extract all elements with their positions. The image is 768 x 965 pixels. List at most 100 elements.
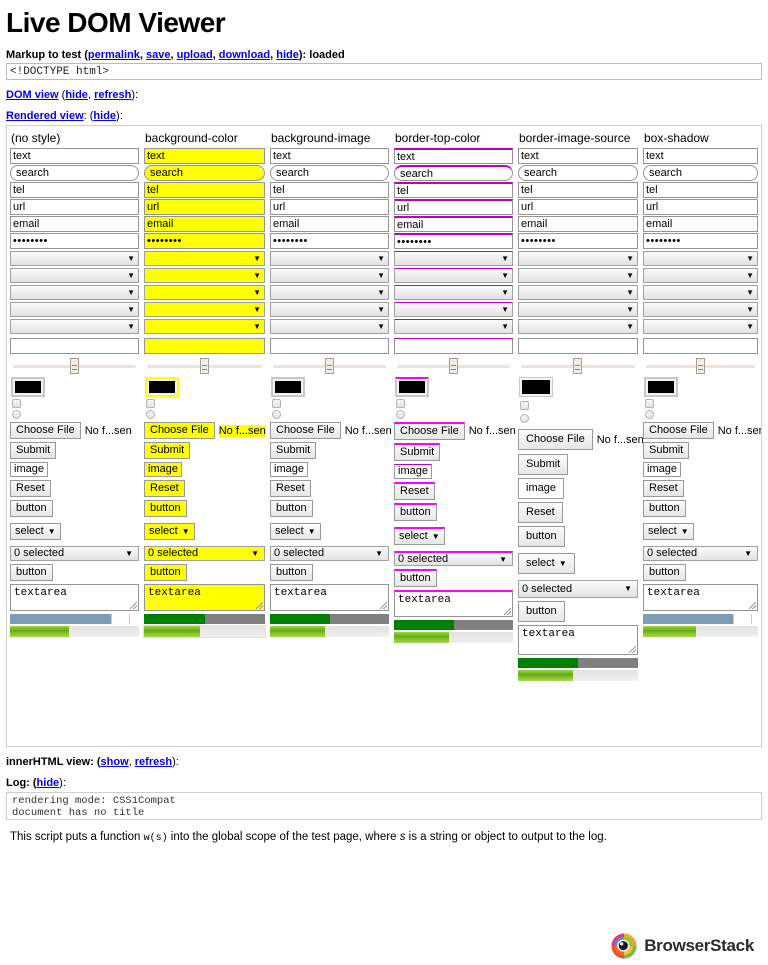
select-dropdown-3[interactable] bbox=[643, 285, 758, 301]
select-dropdown-4[interactable] bbox=[643, 302, 758, 318]
link-permalink[interactable]: permalink bbox=[88, 49, 140, 61]
textarea-element[interactable]: textarea bbox=[394, 590, 513, 618]
input-password[interactable]: •••••••• bbox=[518, 233, 638, 250]
input-image[interactable]: image bbox=[643, 462, 681, 478]
input-password[interactable]: •••••••• bbox=[270, 233, 389, 250]
button-element[interactable]: button bbox=[643, 564, 686, 582]
input-file-row[interactable]: Choose File No f...sen bbox=[518, 429, 644, 451]
link-download[interactable]: download bbox=[219, 49, 270, 61]
input-number[interactable] bbox=[10, 338, 139, 355]
select-dropdown-5[interactable] bbox=[518, 319, 638, 335]
input-password[interactable]: •••••••• bbox=[643, 233, 758, 250]
input-search[interactable]: search bbox=[518, 165, 638, 182]
input-range[interactable] bbox=[518, 358, 638, 375]
textarea-element[interactable]: textarea bbox=[270, 584, 389, 612]
input-number[interactable] bbox=[643, 338, 758, 355]
input-checkbox[interactable] bbox=[146, 399, 155, 409]
range-thumb[interactable] bbox=[199, 358, 209, 375]
input-radio[interactable] bbox=[645, 410, 654, 420]
input-tel[interactable]: tel bbox=[270, 182, 389, 199]
reset-button[interactable]: Reset bbox=[518, 502, 563, 524]
input-search[interactable]: search bbox=[144, 165, 265, 182]
textarea-element[interactable]: textarea bbox=[10, 584, 139, 612]
link-upload[interactable]: upload bbox=[177, 49, 213, 61]
button-input[interactable]: button bbox=[144, 500, 187, 518]
select-multiple[interactable]: 0 selected bbox=[394, 551, 513, 567]
select-dropdown-3[interactable] bbox=[518, 285, 638, 301]
input-number[interactable] bbox=[518, 338, 638, 355]
input-tel[interactable]: tel bbox=[643, 182, 758, 199]
select-multiple[interactable]: 0 selected bbox=[10, 546, 139, 562]
select-dropdown-3[interactable] bbox=[10, 285, 139, 301]
input-text[interactable]: text bbox=[643, 148, 758, 165]
input-range[interactable] bbox=[144, 358, 265, 375]
select-dropdown-2[interactable] bbox=[518, 268, 638, 284]
input-color[interactable] bbox=[644, 377, 678, 398]
input-search[interactable]: search bbox=[394, 165, 513, 182]
input-image[interactable]: image bbox=[394, 464, 432, 480]
input-email[interactable]: email bbox=[518, 216, 638, 233]
select-dropdown-2[interactable] bbox=[144, 268, 265, 284]
input-color[interactable] bbox=[395, 377, 429, 398]
input-color[interactable] bbox=[271, 377, 305, 398]
select-dropdown-4[interactable] bbox=[394, 302, 513, 318]
input-email[interactable]: email bbox=[643, 216, 758, 233]
textarea-element[interactable]: textarea bbox=[144, 584, 265, 612]
input-checkbox[interactable] bbox=[272, 399, 281, 409]
input-search[interactable]: search bbox=[10, 165, 139, 182]
submit-button[interactable]: Submit bbox=[394, 443, 441, 462]
input-range[interactable] bbox=[394, 358, 513, 375]
input-checkbox[interactable] bbox=[12, 399, 21, 409]
button-input[interactable]: button bbox=[518, 526, 565, 548]
input-text[interactable]: text bbox=[394, 148, 513, 165]
input-tel[interactable]: tel bbox=[394, 182, 513, 199]
input-range[interactable] bbox=[10, 358, 139, 375]
input-url[interactable]: url bbox=[394, 199, 513, 216]
link-log-hide[interactable]: hide bbox=[37, 777, 60, 789]
input-checkbox[interactable] bbox=[396, 399, 405, 409]
input-radio[interactable] bbox=[12, 410, 21, 420]
select-single[interactable]: select ▼ bbox=[518, 553, 575, 575]
input-url[interactable]: url bbox=[643, 199, 758, 216]
reset-button[interactable]: Reset bbox=[10, 480, 51, 498]
link-rendered-view[interactable]: Rendered view bbox=[6, 110, 84, 122]
input-range[interactable] bbox=[270, 358, 389, 375]
button-element[interactable]: button bbox=[518, 601, 565, 623]
input-tel[interactable]: tel bbox=[518, 182, 638, 199]
markup-textarea[interactable]: <!DOCTYPE html> bbox=[6, 63, 762, 81]
select-dropdown-2[interactable] bbox=[394, 268, 513, 284]
textarea-element[interactable]: textarea bbox=[643, 584, 758, 612]
input-file-row[interactable]: Choose File No f...sen bbox=[270, 422, 392, 440]
submit-button[interactable]: Submit bbox=[144, 442, 191, 460]
select-dropdown-3[interactable] bbox=[394, 285, 513, 301]
rendered-view-frame[interactable]: (no style)textsearchtelurlemail••••••••C… bbox=[6, 125, 762, 748]
select-multiple[interactable]: 0 selected bbox=[518, 580, 638, 599]
input-password[interactable]: •••••••• bbox=[10, 233, 139, 250]
input-password[interactable]: •••••••• bbox=[144, 233, 265, 250]
input-radio[interactable] bbox=[146, 410, 155, 420]
input-email[interactable]: email bbox=[10, 216, 139, 233]
input-number[interactable] bbox=[270, 338, 389, 355]
input-range[interactable] bbox=[643, 358, 758, 375]
input-text[interactable]: text bbox=[144, 148, 265, 165]
select-single[interactable]: select ▼ bbox=[270, 523, 321, 541]
select-dropdown-1[interactable] bbox=[643, 251, 758, 267]
reset-button[interactable]: Reset bbox=[394, 482, 435, 501]
input-email[interactable]: email bbox=[270, 216, 389, 233]
input-radio[interactable] bbox=[272, 410, 281, 420]
select-dropdown-1[interactable] bbox=[10, 251, 139, 267]
select-multiple[interactable]: 0 selected bbox=[144, 546, 265, 562]
link-dom-view[interactable]: DOM view bbox=[6, 89, 59, 101]
link-innerhtml-show[interactable]: show bbox=[101, 756, 129, 768]
range-thumb[interactable] bbox=[324, 358, 334, 375]
select-single[interactable]: select ▼ bbox=[394, 527, 445, 546]
select-dropdown-5[interactable] bbox=[270, 319, 389, 335]
select-dropdown-5[interactable] bbox=[10, 319, 139, 335]
select-dropdown-4[interactable] bbox=[270, 302, 389, 318]
input-image[interactable]: image bbox=[144, 462, 182, 478]
input-text[interactable]: text bbox=[270, 148, 389, 165]
input-text[interactable]: text bbox=[10, 148, 139, 165]
link-innerhtml-refresh[interactable]: refresh bbox=[135, 756, 172, 768]
select-dropdown-1[interactable] bbox=[394, 251, 513, 267]
button-element[interactable]: button bbox=[144, 564, 187, 582]
